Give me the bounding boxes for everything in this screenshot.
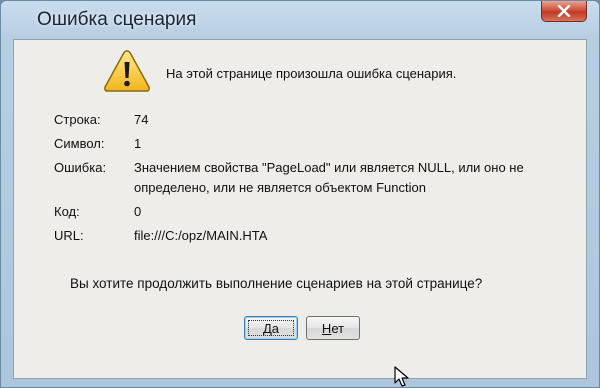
mouse-cursor-icon xyxy=(394,366,409,387)
continue-question: Вы хотите продолжить выполнение сценарие… xyxy=(70,276,483,291)
line-label: Строка: xyxy=(54,112,101,127)
close-button[interactable] xyxy=(541,1,587,22)
focus-rectangle xyxy=(248,320,294,336)
line-value: 74 xyxy=(134,112,149,127)
url-label: URL: xyxy=(54,228,84,243)
url-value: file:///C:/opz/MAIN.HTA xyxy=(134,228,268,243)
code-label: Код: xyxy=(54,204,80,219)
char-label: Символ: xyxy=(54,136,105,151)
error-message: На этой странице произошла ошибка сценар… xyxy=(166,66,457,81)
close-icon xyxy=(557,5,571,17)
code-value: 0 xyxy=(134,204,142,219)
no-label-rest: ет xyxy=(331,320,345,336)
warning-icon xyxy=(104,50,150,92)
no-mnemonic: Н xyxy=(321,320,332,336)
no-button[interactable]: Нет xyxy=(306,316,360,340)
script-error-dialog: Ошибка сценария На этой странице произош… xyxy=(0,0,600,388)
char-value: 1 xyxy=(134,136,142,151)
error-value: Значением свойства "PageLoad" или являет… xyxy=(134,160,524,195)
yes-button[interactable]: Да xyxy=(244,316,298,340)
window-title: Ошибка сценария xyxy=(37,9,197,30)
title-bar[interactable]: Ошибка сценария xyxy=(1,1,599,37)
error-label: Ошибка: xyxy=(54,160,107,175)
dialog-body: На этой странице произошла ошибка сценар… xyxy=(13,39,587,379)
